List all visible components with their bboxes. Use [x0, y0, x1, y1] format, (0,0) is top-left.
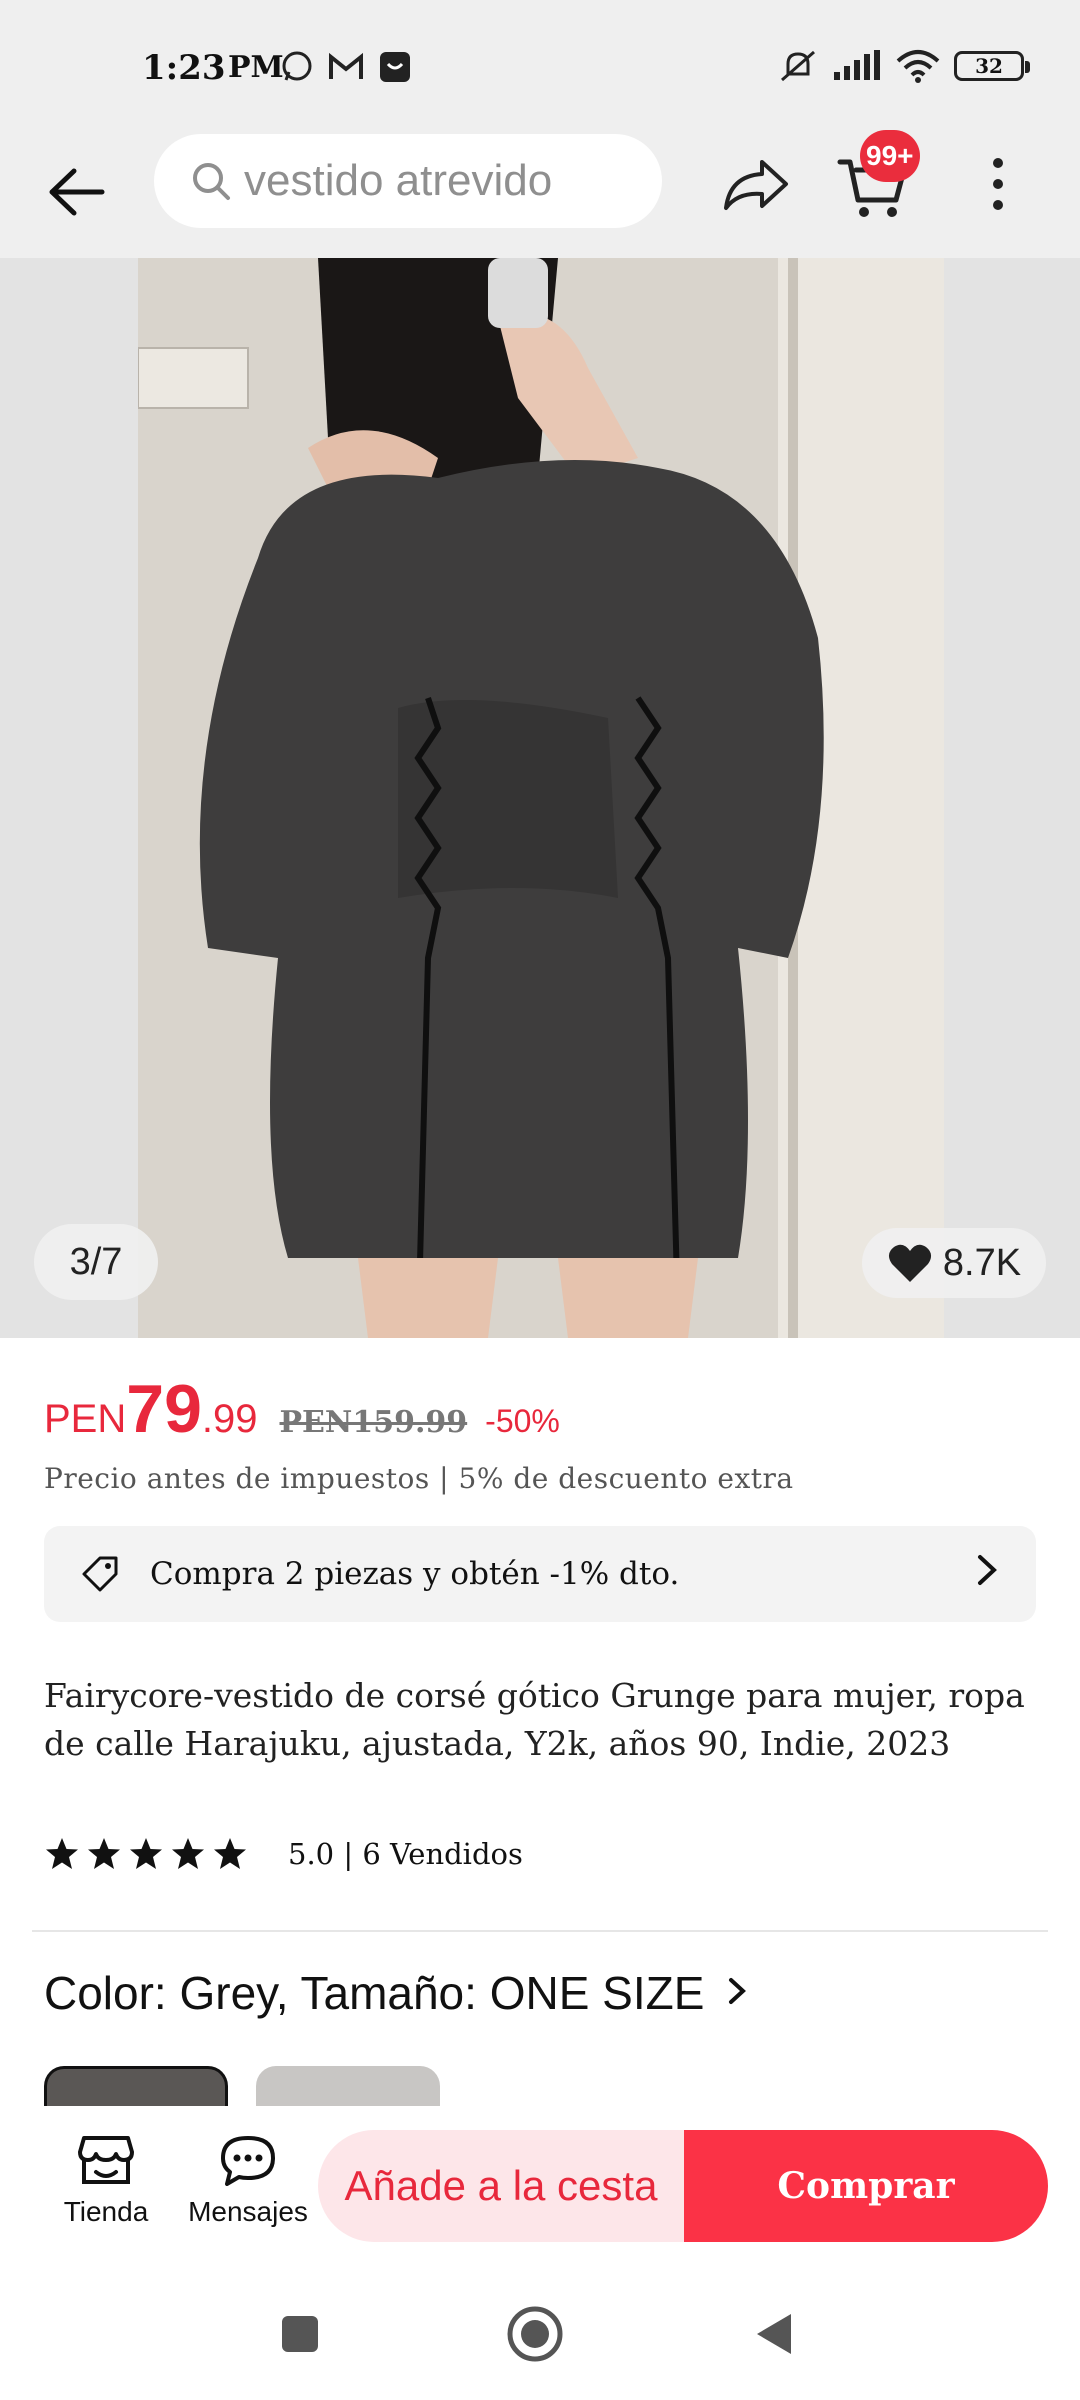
price-row: PEN 79 .99 PEN159.99 -50%	[44, 1370, 560, 1448]
star-icon	[172, 1838, 204, 1869]
recents-button[interactable]	[270, 2304, 330, 2364]
share-icon	[724, 160, 788, 210]
store-button[interactable]: Tienda	[58, 2134, 154, 2228]
promo-banner[interactable]: Compra 2 piezas y obtén -1% dto.	[44, 1526, 1036, 1622]
like-count: 8.7K	[942, 1241, 1022, 1284]
search-input[interactable]: vestido atrevido	[154, 134, 662, 228]
product-image-gallery[interactable]: 3/7 8.7K	[0, 258, 1080, 1338]
product-title: Fairycore-vestido de corsé gótico Grunge…	[44, 1676, 1025, 1763]
share-button[interactable]	[716, 148, 796, 220]
variant-thumbnail-grey[interactable]	[44, 2066, 228, 2106]
wifi-icon	[896, 50, 940, 83]
star-icon	[214, 1838, 246, 1869]
chevron-right-icon	[726, 1971, 748, 2016]
variant-thumbnail[interactable]	[256, 2066, 440, 2106]
divider	[32, 1930, 1048, 1932]
image-counter: 3/7	[34, 1224, 158, 1300]
search-placeholder: vestido atrevido	[244, 156, 553, 205]
bottom-action-bar: Tienda Mensajes Añade a la cesta Comprar	[0, 2106, 1080, 2274]
status-bar: 1:23 PM 32	[0, 0, 1080, 130]
back-button[interactable]	[40, 156, 112, 228]
status-time: 1:23	[142, 48, 226, 88]
top-navigation: vestido atrevido 99+	[0, 130, 1080, 258]
variant-label: Color: Grey, Tamaño: ONE SIZE	[44, 1967, 705, 2019]
star-icon	[46, 1838, 78, 1869]
home-circle-icon	[507, 2306, 563, 2362]
search-icon	[193, 163, 230, 200]
arrow-left-icon	[49, 168, 105, 216]
product-photo	[138, 258, 944, 1338]
triangle-back-icon	[757, 2314, 791, 2354]
battery-indicator: 32	[954, 51, 1030, 81]
heart-icon	[888, 1244, 931, 1282]
rating-row[interactable]: 5.0 | 6 Vendidos	[44, 1836, 523, 1872]
messages-label: Mensajes	[188, 2196, 308, 2227]
signal-icon	[834, 50, 880, 80]
promo-text: Compra 2 piezas y obtén -1% dto.	[150, 1556, 680, 1592]
cart-count-badge: 99+	[860, 130, 920, 182]
tag-icon	[82, 1556, 118, 1592]
star-icon	[88, 1838, 120, 1869]
gmail-icon	[329, 52, 363, 79]
home-button[interactable]	[505, 2304, 565, 2364]
status-ampm: PM	[228, 50, 284, 85]
variant-selector[interactable]: Color: Grey, Tamaño: ONE SIZE	[44, 1966, 748, 2020]
notification-icons	[280, 50, 412, 84]
system-back-button[interactable]	[744, 2304, 804, 2364]
add-to-cart-button[interactable]: Añade a la cesta	[318, 2130, 684, 2242]
shop-notification-icon	[380, 52, 410, 82]
mute-icon	[781, 50, 815, 82]
rating-sold-text: 5.0 | 6 Vendidos	[288, 1837, 523, 1871]
price-decimal: .99	[201, 1397, 258, 1441]
price-integer: 79	[126, 1371, 202, 1447]
system-icons: 32	[778, 48, 1030, 84]
store-icon	[78, 2136, 134, 2184]
chevron-right-icon	[974, 1552, 1000, 1597]
more-dot-icon	[993, 179, 1003, 189]
more-options-button[interactable]	[978, 148, 1018, 220]
buy-now-button[interactable]: Comprar	[684, 2130, 1048, 2242]
wishlist-button[interactable]: 8.7K	[862, 1228, 1046, 1298]
star-icon	[130, 1838, 162, 1869]
messages-button[interactable]: Mensajes	[186, 2134, 310, 2228]
system-navigation-bar	[0, 2274, 1080, 2400]
chat-bubble-icon	[221, 2136, 275, 2186]
square-icon	[282, 2316, 318, 2352]
more-dot-icon	[993, 158, 1003, 168]
discount-badge: -50%	[485, 1403, 560, 1439]
whatsapp-icon	[282, 51, 312, 81]
store-label: Tienda	[63, 2196, 149, 2227]
tax-note: Precio antes de impuestos | 5% de descue…	[44, 1462, 794, 1495]
original-price: PEN159.99	[279, 1405, 468, 1440]
star-rating	[44, 1836, 248, 1872]
price-currency: PEN	[44, 1397, 127, 1441]
more-dot-icon	[993, 200, 1003, 210]
